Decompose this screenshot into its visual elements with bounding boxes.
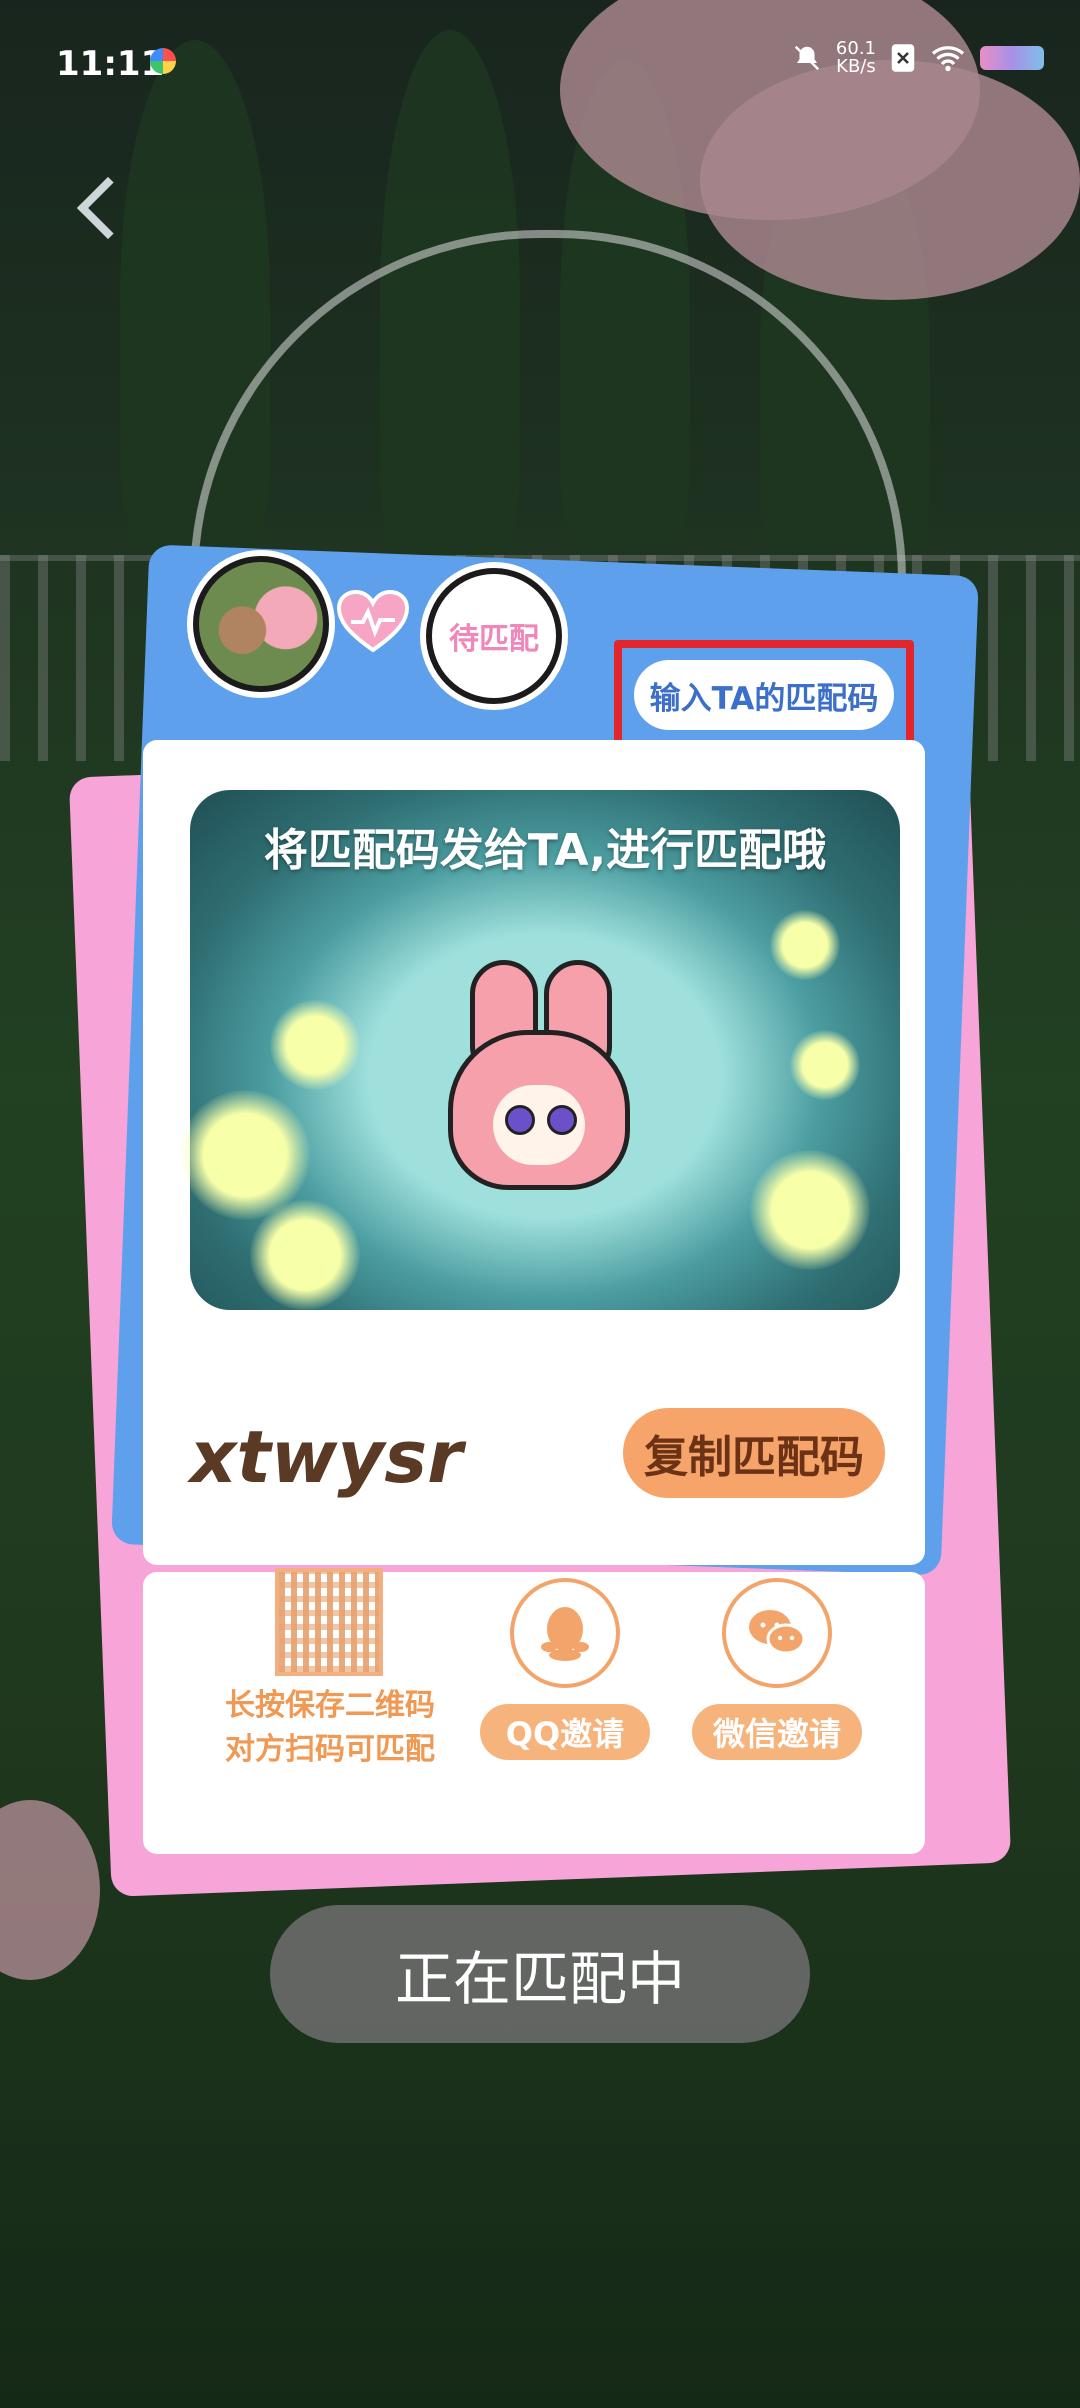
matching-status-button[interactable]: 正在匹配中 bbox=[270, 1905, 810, 2043]
qr-caption: 长按保存二维码 对方扫码可匹配 bbox=[215, 1684, 445, 1772]
status-bar: 11:11 60.1 KB/s bbox=[0, 0, 1080, 120]
bunny-mascot bbox=[440, 960, 630, 1190]
app-notification-icon bbox=[150, 48, 176, 74]
copy-match-code-button[interactable]: 复制匹配码 bbox=[623, 1408, 885, 1498]
wechat-icon bbox=[749, 1610, 806, 1655]
pending-label: 待匹配 bbox=[449, 622, 539, 657]
sim-off-icon bbox=[891, 44, 915, 72]
net-speed: 60.1 KB/s bbox=[836, 40, 876, 76]
qr-code[interactable] bbox=[275, 1568, 383, 1676]
pond-illustration: 将匹配码发给TA,进行匹配哦 bbox=[180, 790, 900, 1310]
match-code-value: xtwysr bbox=[190, 1415, 463, 1499]
mute-bell-icon bbox=[794, 45, 820, 71]
qr-caption-line1: 长按保存二维码 bbox=[225, 1688, 435, 1723]
back-button[interactable] bbox=[70, 180, 118, 228]
self-avatar bbox=[193, 556, 329, 692]
illustration-title: 将匹配码发给TA,进行匹配哦 bbox=[263, 825, 827, 876]
pending-partner-avatar[interactable]: 待匹配 bbox=[426, 568, 562, 704]
enter-partner-code-button[interactable]: 输入TA的匹配码 bbox=[614, 640, 914, 750]
battery-icon bbox=[980, 46, 1044, 70]
wechat-invite-button[interactable]: 微信邀请 bbox=[692, 1578, 862, 1760]
heartbeat-icon bbox=[337, 590, 409, 653]
clock: 11:11 bbox=[56, 44, 165, 84]
wechat-invite-label: 微信邀请 bbox=[692, 1704, 862, 1760]
qq-invite-button[interactable]: QQ邀请 bbox=[480, 1578, 650, 1760]
enter-partner-code-label: 输入TA的匹配码 bbox=[634, 660, 894, 730]
wifi-icon bbox=[931, 46, 965, 72]
qq-invite-label: QQ邀请 bbox=[480, 1704, 650, 1760]
net-speed-unit: KB/s bbox=[836, 56, 876, 77]
qr-caption-line2: 对方扫码可匹配 bbox=[225, 1732, 435, 1767]
qq-penguin-icon bbox=[541, 1607, 589, 1661]
